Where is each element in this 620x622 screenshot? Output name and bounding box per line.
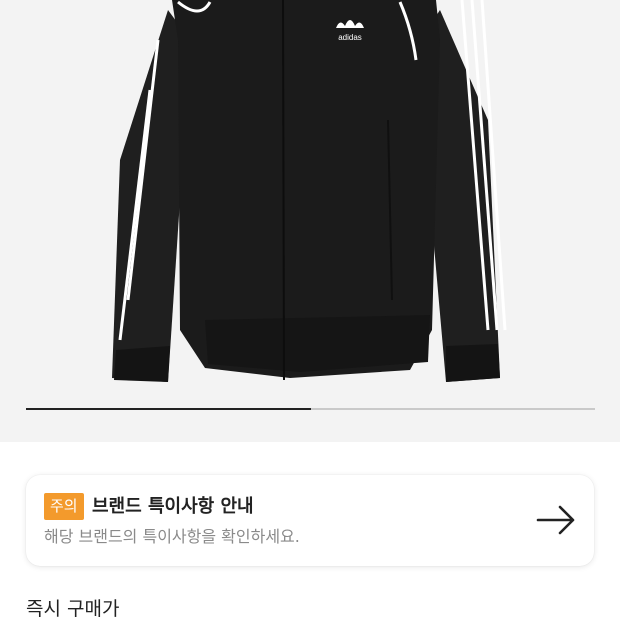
notice-title: 브랜드 특이사항 안내 bbox=[92, 496, 254, 517]
arrow-right-icon[interactable] bbox=[536, 504, 576, 536]
carousel-progress-track bbox=[26, 408, 595, 410]
product-image-carousel[interactable]: adidas bbox=[0, 0, 620, 442]
product-photo-jacket: adidas bbox=[112, 0, 507, 382]
notice-warning-tag: 주의 bbox=[44, 493, 84, 520]
adidas-logo-text: adidas bbox=[338, 33, 362, 42]
notice-description: 해당 브랜드의 특이사항을 확인하세요. bbox=[44, 527, 300, 546]
instant-buy-price-heading: 즉시 구매가 bbox=[26, 598, 120, 620]
carousel-progress-fill bbox=[26, 408, 311, 410]
brand-notice-card[interactable]: 주의 브랜드 특이사항 안내 해당 브랜드의 특이사항을 확인하세요. bbox=[26, 475, 594, 566]
